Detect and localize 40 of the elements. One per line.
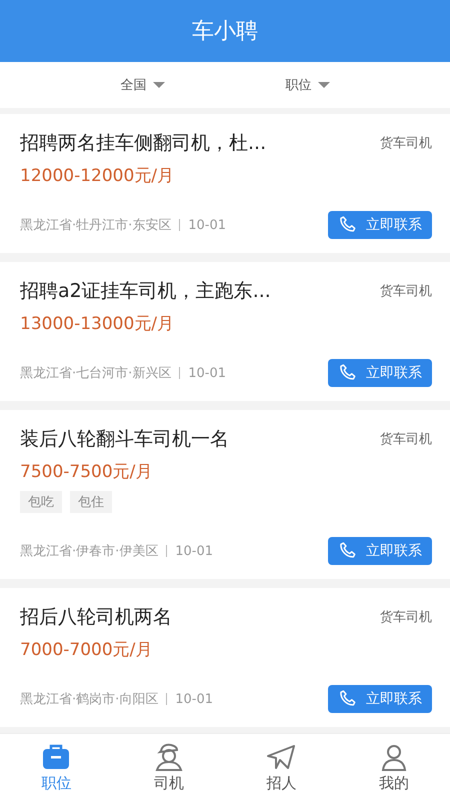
job-card[interactable]: 招后八轮司机两名 货车司机 7000-7000元/月 黑龙江省·鹤岗市·向阳区 10-01 立即联系	[0, 588, 450, 727]
salary: 7000-7000元/月	[20, 639, 154, 661]
nav-tab[interactable]: 我的	[354, 740, 434, 794]
job-card[interactable]: 装后八轮翻斗车司机一名 货车司机 7500-7500元/月 包吃 包住 黑龙江省·伊春市·伊美区 10-01 立即联系	[0, 410, 450, 579]
job-category: 货车司机	[380, 135, 432, 152]
post-date: 10-01	[188, 218, 226, 232]
job-title: 招聘两名挂车侧翻司机，杜...	[20, 131, 266, 156]
post-date: 10-01	[188, 366, 226, 380]
nav-tab[interactable]: 职位	[16, 740, 96, 794]
benefit-tag: 包吃	[20, 491, 62, 513]
job-card[interactable]: 招聘两名挂车侧翻司机，杜... 货车司机 12000-12000元/月 黑龙江省·牡丹江市·东安区 10-01 立即联系	[0, 114, 450, 253]
job-card[interactable]: 招聘a2证挂车司机，主跑东... 货车司机 13000-13000元/月 黑龙江省·七台河市·新兴区 10-01 立即联系	[0, 262, 450, 401]
job-location: 黑龙江省·伊春市·伊美区	[20, 543, 158, 560]
contact-button[interactable]: 立即联系	[328, 537, 432, 565]
filter-dropdown[interactable]: 全国	[114, 75, 170, 95]
salary: 12000-12000元/月	[20, 165, 176, 187]
filter-dropdown[interactable]: 职位	[280, 75, 336, 95]
nav-tab[interactable]: 司机	[128, 740, 209, 794]
job-location: 黑龙江省·鹤岗市·向阳区	[20, 691, 158, 708]
job-category: 货车司机	[380, 431, 432, 448]
job-title: 招聘a2证挂车司机，主跑东...	[20, 279, 271, 304]
job-category: 货车司机	[380, 283, 432, 300]
caret-icon	[152, 82, 164, 88]
job-title: 装后八轮翻斗车司机一名	[20, 427, 229, 452]
contact-button[interactable]: 立即联系	[328, 685, 432, 713]
job-location: 黑龙江省·牡丹江市·东安区	[20, 217, 172, 234]
app-title: 车小聘	[192, 18, 258, 46]
contact-button[interactable]: 立即联系	[328, 359, 432, 387]
job-location: 黑龙江省·七台河市·新兴区	[20, 365, 172, 382]
salary: 7500-7500元/月	[20, 461, 154, 483]
caret-icon	[318, 82, 330, 88]
salary: 13000-13000元/月	[20, 313, 176, 335]
benefit-tag: 包住	[70, 491, 112, 513]
job-title: 招后八轮司机两名	[20, 605, 172, 630]
job-category: 货车司机	[380, 609, 432, 626]
nav-tab[interactable]: 招人	[241, 740, 322, 794]
post-date: 10-01	[175, 544, 214, 558]
post-date: 10-01	[175, 692, 214, 706]
contact-button[interactable]: 立即联系	[328, 211, 432, 239]
driver-icon	[154, 742, 184, 772]
